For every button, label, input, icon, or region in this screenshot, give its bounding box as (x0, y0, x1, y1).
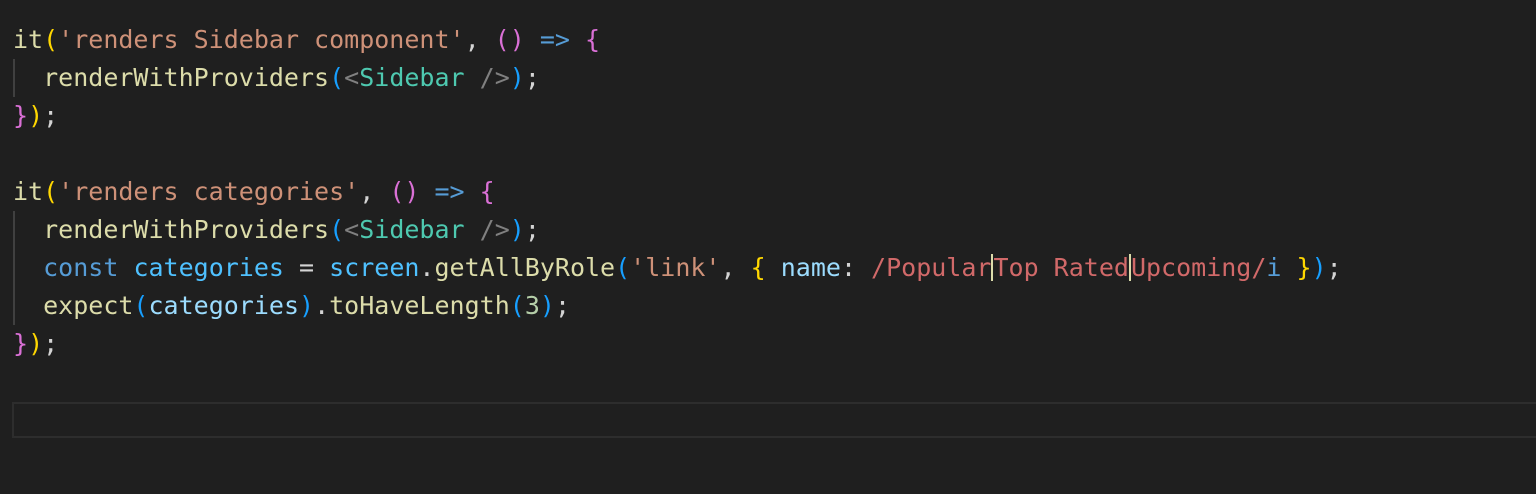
code-token: categories (133, 253, 284, 282)
code-token: ( (43, 177, 59, 206)
code-token: /> (479, 215, 510, 244)
code-token: renderWithProviders (43, 63, 330, 92)
code-token: Top Rated (993, 253, 1129, 282)
code-token: getAllByRole (434, 253, 616, 282)
code-token: ( (615, 253, 631, 282)
code-token: categories (148, 291, 299, 320)
code-token: 'renders categories' (58, 177, 360, 206)
code-token: = (283, 253, 330, 282)
code-token: => (434, 177, 465, 206)
code-token: expect (43, 291, 134, 320)
code-token: } (13, 329, 29, 358)
code-token: screen (329, 253, 420, 282)
code-token: ) (1311, 253, 1327, 282)
code-line[interactable]: renderWithProviders(<Sidebar />); (13, 211, 540, 249)
code-token: ; (43, 101, 59, 130)
code-token: ; (1326, 253, 1342, 282)
code-token: < (344, 215, 360, 244)
code-token: , (464, 25, 495, 54)
code-token: . (314, 291, 330, 320)
code-token: } (1296, 253, 1312, 282)
code-token: : (840, 253, 872, 282)
code-token: , (359, 177, 390, 206)
code-token: i (1266, 253, 1282, 282)
current-line-highlight (12, 402, 1536, 438)
code-token: ; (524, 215, 540, 244)
code-token: { (479, 177, 495, 206)
code-token: Sidebar (359, 215, 465, 244)
code-token: { (750, 253, 766, 282)
code-token: ( (509, 291, 525, 320)
code-token: => (539, 25, 570, 54)
code-token: , (720, 253, 751, 282)
code-token: Sidebar (359, 63, 465, 92)
code-token: . (419, 253, 435, 282)
code-token: it (13, 25, 44, 54)
code-token: toHaveLength (329, 291, 510, 320)
code-line[interactable]: }); (13, 325, 58, 363)
code-line[interactable]: expect(categories).toHaveLength(3); (13, 287, 570, 325)
code-token: ; (554, 291, 570, 320)
code-token: /Popular (871, 253, 992, 282)
code-token: ) (539, 291, 555, 320)
code-token: ) (28, 101, 44, 130)
code-token: ( (133, 291, 149, 320)
code-token: ) (28, 329, 44, 358)
code-line[interactable]: const categories = screen.getAllByRole('… (13, 249, 1342, 287)
code-token: 3 (524, 291, 540, 320)
code-line[interactable]: }); (13, 97, 58, 135)
code-line[interactable]: it('renders categories', () => { (13, 173, 495, 211)
code-line[interactable]: renderWithProviders(<Sidebar />); (13, 59, 540, 97)
code-token: name (780, 253, 841, 282)
code-token: ; (524, 63, 540, 92)
code-token: ; (43, 329, 59, 358)
code-token: () (494, 25, 525, 54)
code-token: renderWithProviders (43, 215, 330, 244)
code-token: const (43, 253, 119, 282)
code-token: { (585, 25, 601, 54)
code-token: ( (43, 25, 59, 54)
code-token: ) (299, 291, 315, 320)
code-token: it (13, 177, 44, 206)
code-token: < (344, 63, 360, 92)
code-token: 'link' (630, 253, 721, 282)
code-token: Upcoming/ (1130, 253, 1267, 282)
code-line[interactable]: it('renders Sidebar component', () => { (13, 21, 600, 59)
code-token: ) (509, 215, 525, 244)
code-token: /> (479, 63, 510, 92)
code-editor[interactable]: it('renders Sidebar component', () => { … (0, 0, 1536, 494)
code-token: ) (509, 63, 525, 92)
code-token: 'renders Sidebar component' (58, 25, 465, 54)
code-token: } (13, 101, 29, 130)
code-token: () (389, 177, 420, 206)
code-token: ( (329, 215, 345, 244)
code-token: ( (329, 63, 345, 92)
